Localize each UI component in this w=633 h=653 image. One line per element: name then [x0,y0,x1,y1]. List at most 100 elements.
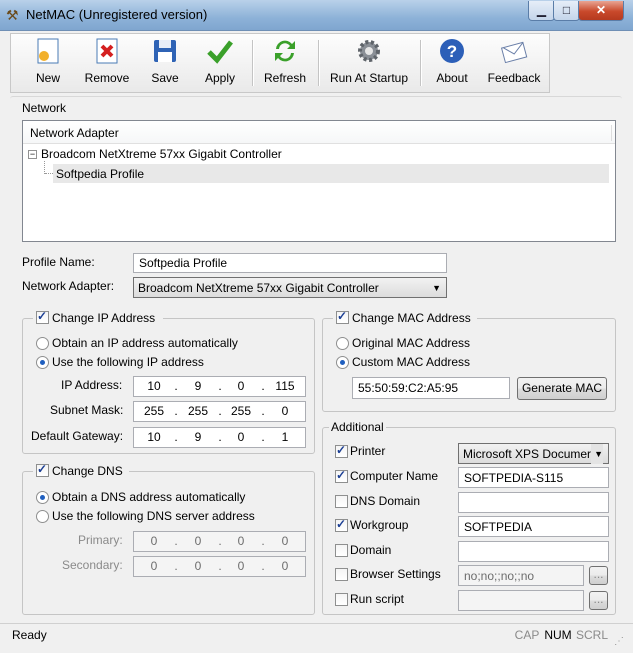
domain-checkbox[interactable] [335,544,348,557]
tree-header[interactable]: Network Adapter [23,121,615,144]
workgroup-input[interactable]: SOFTPEDIA [458,516,609,537]
mac-custom-radio[interactable] [336,356,349,369]
status-text: Ready [12,628,47,642]
ip-auto-radio[interactable] [36,337,49,350]
printer-checkbox[interactable] [335,443,348,458]
browser-settings-checkbox[interactable] [335,568,348,581]
refresh-button[interactable]: Refresh [257,34,313,92]
minimize-button[interactable]: ▁ [528,1,555,21]
run-script-label: Run script [350,592,405,606]
gateway-octet: 1 [281,430,289,444]
remove-icon [96,38,118,64]
profile-name-input[interactable]: Softpedia Profile [133,253,447,273]
help-icon: ? [440,39,464,63]
primary-octet: 0 [281,534,289,548]
dns-auto-radio[interactable] [36,491,49,504]
computer-name-checkbox[interactable] [335,468,348,483]
mac-original-radio[interactable] [336,337,349,350]
secondary-dns-input[interactable]: 0. 0. 0. 0 [133,556,306,577]
new-button[interactable]: New [13,34,83,92]
remove-button[interactable]: Remove [77,34,137,92]
mask-octet: 0 [281,404,289,418]
tree-node-adapter[interactable]: Broadcom NetXtreme 57xx Gigabit Controll… [41,147,282,161]
default-gateway-input[interactable]: 10. 9. 0. 1 [133,427,306,448]
mac-original-label: Original MAC Address [352,336,471,350]
title-bar[interactable]: ⚒ NetMAC (Unregistered version) ▁ □ ✕ [0,0,633,31]
ip-dot: . [261,379,265,393]
primary-dns-input[interactable]: 0. 0. 0. 0 [133,531,306,552]
refresh-icon [275,40,295,62]
apply-button[interactable]: Apply [193,34,247,92]
dns-auto-label: Obtain a DNS address automatically [52,490,246,504]
dns-domain-input[interactable] [458,492,609,513]
toolbar-separator [420,40,421,86]
secondary-octet: 0 [150,559,158,573]
feedback-label: Feedback [487,71,541,85]
gateway-octet: 10 [147,430,161,444]
feedback-button[interactable]: Feedback [481,34,547,92]
run-script-browse-button[interactable]: ... [589,591,608,610]
run-script-input[interactable] [458,590,584,611]
browser-settings-browse-button[interactable]: ... [589,566,608,585]
ip-group-header[interactable]: Change IP Address [33,309,163,326]
ip-dot: . [174,534,178,548]
subnet-mask-input[interactable]: 255. 255. 255. 0 [133,401,306,422]
additional-group-label: Additional [329,420,386,434]
browser-settings-input[interactable]: no;no;;no;;no [458,565,584,586]
ip-dot: . [174,379,178,393]
window-title: NetMAC (Unregistered version) [26,7,208,22]
generate-mac-button[interactable]: Generate MAC [517,377,607,400]
network-adapter-label: Network Adapter: [22,279,115,293]
network-tree[interactable]: Network Adapter − Broadcom NetXtreme 57x… [22,120,616,242]
tree-node-profile-label: Softpedia Profile [56,167,145,181]
new-label: New [35,71,60,85]
network-section-label: Network [22,101,67,115]
change-mac-checkbox[interactable] [336,309,349,324]
app-icon: ⚒ [6,7,19,23]
about-label: About [436,71,468,85]
primary-octet: 0 [237,534,245,548]
run-at-startup-button[interactable]: Run At Startup [323,34,415,92]
mask-octet: 255 [230,404,252,418]
network-adapter-select[interactable]: Broadcom NetXtreme 57xx Gigabit Controll… [133,277,447,298]
gateway-octet: 0 [237,430,245,444]
run-script-checkbox[interactable] [335,593,348,606]
ip-manual-label: Use the following IP address [52,355,204,369]
header-divider [611,125,612,141]
mac-group-header[interactable]: Change MAC Address [333,309,477,326]
ip-dot: . [261,430,265,444]
change-ip-checkbox[interactable] [36,309,49,324]
maximize-button[interactable]: □ [553,1,580,21]
dropdown-arrow-icon: ▼ [591,444,603,464]
tree-line [45,173,53,175]
mac-address-input[interactable]: 55:50:59:C2:A5:95 [352,377,510,399]
remove-label: Remove [84,71,130,85]
about-button[interactable]: ? About [425,34,479,92]
dns-domain-checkbox[interactable] [335,495,348,508]
resize-grip-icon[interactable]: ⋰ [614,636,624,647]
save-button[interactable]: Save [137,34,193,92]
dns-manual-radio[interactable] [36,510,49,523]
computer-name-input[interactable]: SOFTPEDIA-S115 [458,467,609,488]
computer-name-label: Computer Name [350,469,439,483]
workgroup-checkbox[interactable] [335,517,348,532]
secondary-octet: 0 [194,559,202,573]
collapse-toggle-icon[interactable]: − [28,150,37,159]
browser-settings-label: Browser Settings [350,567,441,581]
printer-select[interactable]: Microsoft XPS Documer ▼ [458,443,609,464]
primary-dns-label: Primary: [78,533,123,547]
ip-octet: 9 [194,379,202,393]
dns-group-header[interactable]: Change DNS [33,462,129,479]
ip-address-input[interactable]: 10. 9. 0. 115 [133,376,306,397]
change-dns-label: Change DNS [52,464,123,478]
tree-node-profile[interactable]: Softpedia Profile [53,164,609,183]
change-dns-checkbox[interactable] [36,462,49,477]
ip-manual-radio[interactable] [36,356,49,369]
primary-octet: 0 [150,534,158,548]
domain-input[interactable] [458,541,609,562]
close-button[interactable]: ✕ [578,1,624,21]
ip-auto-label: Obtain an IP address automatically [52,336,238,350]
printer-value: Microsoft XPS Documer [463,447,592,461]
toolbar-separator [318,40,319,86]
workgroup-label: Workgroup [350,518,409,532]
